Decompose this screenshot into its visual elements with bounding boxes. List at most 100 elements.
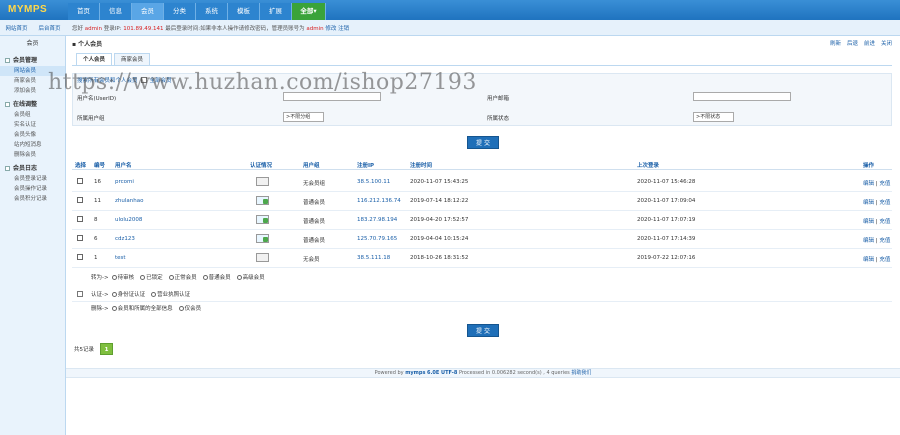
- row-checkbox[interactable]: [77, 235, 83, 241]
- close-link[interactable]: 关闭: [881, 39, 892, 47]
- radio-button[interactable]: [202, 274, 208, 280]
- all-members-checkbox[interactable]: [140, 77, 147, 83]
- row-ip[interactable]: 125.70.79.165: [357, 236, 397, 242]
- row-username[interactable]: ulolu2008: [115, 217, 142, 223]
- status-label: 所属状态: [487, 116, 510, 122]
- sidebar-group-title[interactable]: 会员管理: [0, 55, 65, 66]
- recharge-link[interactable]: 充值: [879, 257, 890, 263]
- chevron-down-icon: ▾: [313, 7, 317, 15]
- sidebar-item-member-group[interactable]: 会员组: [0, 110, 65, 120]
- option-license-cert[interactable]: 营业执照认证: [151, 290, 190, 298]
- batch-submit-button[interactable]: 提 交: [467, 324, 499, 337]
- row-checkbox[interactable]: [77, 197, 83, 203]
- sidebar-item-add-member[interactable]: 添加会员: [0, 86, 65, 96]
- recharge-link[interactable]: 充值: [879, 200, 890, 206]
- edit-link[interactable]: 编辑: [863, 200, 874, 206]
- admin-account: admin: [306, 26, 324, 32]
- row-ops: 编辑 | 充值: [863, 238, 891, 244]
- footer-brand[interactable]: mymps: [405, 370, 425, 376]
- nav-tab-extend[interactable]: 扩展: [260, 3, 292, 20]
- row-last-login: 2020-11-07 17:14:39: [637, 236, 696, 242]
- footer-donate-link[interactable]: 捐助我们: [571, 370, 591, 376]
- row-id: 8: [94, 217, 98, 223]
- radio-button[interactable]: [111, 291, 117, 297]
- welcome-user: admin: [84, 26, 102, 32]
- option-locked[interactable]: 已锁定: [140, 273, 163, 281]
- row-username[interactable]: prcomi: [115, 179, 134, 185]
- group-select[interactable]: >不限分组: [283, 112, 324, 122]
- sidebar-item-op-log[interactable]: 会员操作记录: [0, 184, 65, 194]
- filter-checkbox-row: 搜索所有会员和个人会员 全部会员: [77, 76, 172, 84]
- option-regular[interactable]: 普通会员: [202, 273, 231, 281]
- sidebar-item-points-log[interactable]: 会员积分记录: [0, 194, 65, 204]
- sidebar-item-realname[interactable]: 实名认证: [0, 120, 65, 130]
- radio-button[interactable]: [111, 305, 117, 311]
- option-delete-member[interactable]: 仅会员: [178, 304, 201, 312]
- radio-button[interactable]: [168, 274, 174, 280]
- radio-button[interactable]: [111, 274, 117, 280]
- username-input[interactable]: [283, 92, 381, 101]
- row-username[interactable]: test: [115, 255, 126, 261]
- tab-business-members[interactable]: 商家会员: [114, 53, 151, 65]
- nav-tab-category[interactable]: 分类: [164, 3, 196, 20]
- option-senior[interactable]: 高级会员: [236, 273, 265, 281]
- sidebar-group-member-manage: 会员管理 网站会员 商家会员 添加会员: [0, 55, 65, 96]
- radio-button[interactable]: [151, 291, 157, 297]
- option-normal[interactable]: 正常会员: [168, 273, 197, 281]
- nav-tab-system[interactable]: 系统: [196, 3, 228, 20]
- select-all-checkbox[interactable]: [77, 291, 83, 297]
- sidebar-item-messages[interactable]: 站内短消息: [0, 140, 65, 150]
- forward-link[interactable]: 前进: [864, 39, 875, 47]
- col-reg-time: 注册时间: [410, 163, 433, 169]
- row-ip[interactable]: 38.5.111.18: [357, 255, 390, 261]
- row-checkbox[interactable]: [77, 216, 83, 222]
- app-logo[interactable]: MYMPS: [8, 4, 47, 15]
- email-input[interactable]: [693, 92, 791, 101]
- nav-tab-member[interactable]: 会员: [132, 3, 164, 20]
- row-ip[interactable]: 116.212.136.74: [357, 198, 401, 204]
- logout-link[interactable]: 注销: [338, 26, 349, 32]
- edit-link[interactable]: 编辑: [863, 181, 874, 187]
- sidebar-item-business-members[interactable]: 商家会员: [0, 76, 65, 86]
- radio-button[interactable]: [178, 305, 184, 311]
- option-pending[interactable]: 待审核: [111, 273, 134, 281]
- row-checkbox[interactable]: [77, 254, 83, 260]
- batch-delete-label: 删除->: [91, 306, 109, 312]
- nav-tab-all[interactable]: 全部▾: [292, 3, 326, 20]
- edit-link[interactable]: 编辑: [863, 238, 874, 244]
- sidebar-item-site-members[interactable]: 网站会员: [0, 66, 65, 76]
- admin-home-link[interactable]: 后台首页: [38, 24, 60, 32]
- nav-tab-template[interactable]: 模板: [228, 3, 260, 20]
- search-submit-button[interactable]: 提 交: [467, 136, 499, 149]
- row-ip[interactable]: 38.5.100.11: [357, 179, 390, 185]
- sidebar-item-delete[interactable]: 删除会员: [0, 150, 65, 160]
- status-select[interactable]: >不限状态: [693, 112, 734, 122]
- row-username[interactable]: zhulanhao: [115, 198, 143, 204]
- radio-button[interactable]: [140, 274, 146, 280]
- row-checkbox[interactable]: [77, 178, 83, 184]
- option-delete-all[interactable]: 会员和所属的全部信息: [111, 304, 173, 312]
- recharge-link[interactable]: 充值: [879, 238, 890, 244]
- radio-button[interactable]: [236, 274, 242, 280]
- nav-tab-info[interactable]: 信息: [100, 3, 132, 20]
- recharge-link[interactable]: 充值: [879, 181, 890, 187]
- sidebar-item-login-log[interactable]: 会员登录记录: [0, 174, 65, 184]
- modify-link[interactable]: 修改: [325, 26, 336, 32]
- back-link[interactable]: 后退: [847, 39, 858, 47]
- cert-check-icon: [263, 199, 268, 204]
- sidebar-group-title[interactable]: 在线调整: [0, 99, 65, 110]
- edit-link[interactable]: 编辑: [863, 257, 874, 263]
- sidebar-item-avatar[interactable]: 会员头像: [0, 130, 65, 140]
- page-1-button[interactable]: 1: [100, 343, 113, 355]
- edit-link[interactable]: 编辑: [863, 219, 874, 225]
- recharge-link[interactable]: 充值: [879, 219, 890, 225]
- nav-tab-home[interactable]: 首页: [68, 3, 100, 20]
- row-ip[interactable]: 183.27.98.194: [357, 217, 397, 223]
- row-username[interactable]: cdz123: [115, 236, 135, 242]
- sidebar-group-title[interactable]: 会员日志: [0, 163, 65, 174]
- tab-personal-members[interactable]: 个人会员: [76, 53, 113, 65]
- table-row: 16 prcomi 无会员组 38.5.100.11 2020-11-07 15…: [72, 173, 892, 192]
- site-home-link[interactable]: 网站首页: [5, 24, 27, 32]
- option-id-cert[interactable]: 身份证认证: [111, 290, 145, 298]
- refresh-link[interactable]: 刷新: [830, 39, 841, 47]
